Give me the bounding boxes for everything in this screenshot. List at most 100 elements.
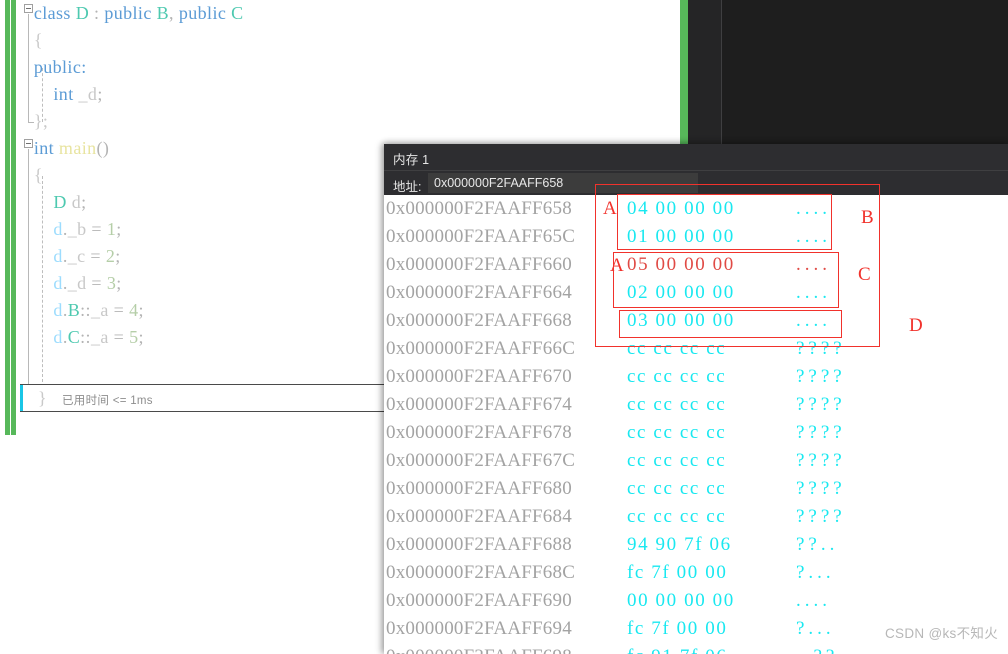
code-token: { [33, 165, 43, 185]
memory-row[interactable]: 0x000000F2FAAFF660 05 00 00 00.... [384, 251, 1008, 279]
memory-address: 0x000000F2FAAFF674 [386, 394, 572, 415]
memory-address: 0x000000F2FAAFF664 [386, 282, 572, 303]
code-line: int _d; [24, 81, 674, 108]
memory-window[interactable]: 内存 1 地址: 0x000000F2FAAFF658 04 00 00 00..… [384, 144, 1008, 654]
csdn-watermark: CSDN @ks不知火 [884, 626, 998, 641]
code-token: B [156, 3, 170, 23]
memory-row[interactable]: 0x000000F2FAAFF674 cc cc cc cc???? [384, 391, 1008, 419]
memory-ascii: .... [796, 198, 831, 219]
code-token: C [231, 3, 244, 23]
code-token: }; [33, 111, 49, 131]
memory-row[interactable]: 0x000000F2FAAFF67C cc cc cc cc???? [384, 447, 1008, 475]
memory-ascii: ??.. [796, 534, 839, 555]
memory-ascii: .... [796, 226, 831, 247]
memory-ascii: ???? [796, 394, 846, 415]
memory-row[interactable]: 0x000000F2FAAFF66C cc cc cc cc???? [384, 335, 1008, 363]
code-token: D [53, 192, 67, 212]
memory-row[interactable]: 0x000000F2FAAFF65C 01 00 00 00.... [384, 223, 1008, 251]
code-token: = [108, 300, 130, 320]
code-token: public: [33, 57, 87, 77]
code-token: public [104, 3, 152, 23]
code-token: d [53, 273, 63, 293]
code-token: 3 [106, 273, 117, 293]
memory-address: 0x000000F2FAAFF67C [386, 450, 576, 471]
code-token: ; [138, 300, 144, 320]
memory-ascii: ???? [796, 506, 846, 527]
code-line: class D : public B, public C [24, 0, 674, 27]
memory-row[interactable]: 0x000000F2FAAFF668 03 00 00 00.... [384, 307, 1008, 335]
memory-ascii: .... [796, 310, 831, 331]
memory-address: 0x000000F2FAAFF66C [386, 338, 576, 359]
memory-row[interactable]: 0x000000F2FAAFF658 04 00 00 00.... [384, 195, 1008, 223]
memory-hex-bytes: fc 91 7f 06 [627, 643, 727, 654]
memory-row[interactable]: 0x000000F2FAAFF684 cc cc cc cc???? [384, 503, 1008, 531]
code-token: _a [90, 327, 109, 347]
code-token: 5 [129, 327, 139, 347]
memory-hex-bytes: cc cc cc cc [627, 394, 727, 415]
code-token: d [71, 192, 82, 212]
memory-hex-bytes: cc cc cc cc [627, 338, 727, 359]
memory-hex-bytes: 03 00 00 00 [627, 310, 735, 331]
memory-window-toolbar[interactable]: 地址: [384, 170, 1008, 195]
memory-hex-bytes: cc cc cc cc [627, 506, 727, 527]
code-token: , [169, 3, 179, 23]
memory-row[interactable]: 0x000000F2FAAFF698 fc 91 7f 06..?? [384, 643, 1008, 654]
address-input[interactable] [428, 173, 698, 193]
memory-row[interactable]: 0x000000F2FAAFF670 cc cc cc cc???? [384, 363, 1008, 391]
memory-address: 0x000000F2FAAFF670 [386, 366, 572, 387]
memory-ascii: .... [796, 590, 831, 611]
memory-row[interactable]: 0x000000F2FAAFF678 cc cc cc cc???? [384, 419, 1008, 447]
code-token: ; [116, 219, 122, 239]
change-indicator-strip-right [680, 0, 688, 144]
code-token: = [86, 273, 107, 293]
memory-hex-bytes: 04 00 00 00 [627, 198, 735, 219]
code-token: C [67, 327, 81, 347]
code-token: _d [67, 273, 87, 293]
code-token: d [53, 246, 63, 266]
memory-address: 0x000000F2FAAFF660 [386, 254, 572, 275]
memory-address: 0x000000F2FAAFF698 [386, 643, 572, 654]
code-token: 1 [106, 219, 117, 239]
memory-window-titlebar[interactable]: 内存 1 [384, 144, 1008, 170]
elapsed-time-label: 已用时间 <= 1ms [62, 395, 153, 407]
code-token: d [53, 300, 63, 320]
code-token: _b [67, 219, 87, 239]
memory-row[interactable]: 0x000000F2FAAFF664 02 00 00 00.... [384, 279, 1008, 307]
code-token: int [33, 138, 55, 158]
code-token: _a [90, 300, 109, 320]
code-token: B [67, 300, 81, 320]
code-token: ; [116, 273, 122, 293]
code-token: _c [67, 246, 86, 266]
memory-address: 0x000000F2FAAFF684 [386, 506, 572, 527]
memory-row[interactable]: 0x000000F2FAAFF690 00 00 00 00.... [384, 587, 1008, 615]
tool-window-content-area [721, 0, 1008, 145]
memory-row[interactable]: 0x000000F2FAAFF68C fc 7f 00 00?... [384, 559, 1008, 587]
code-token: d [53, 327, 63, 347]
code-token: _d [78, 84, 98, 104]
code-token: = [85, 246, 106, 266]
memory-ascii: ???? [796, 366, 846, 387]
code-token: { [33, 30, 43, 50]
memory-row[interactable]: 0x000000F2FAAFF688 94 90 7f 06??.. [384, 531, 1008, 559]
memory-address: 0x000000F2FAAFF68C [386, 562, 576, 583]
memory-rows-container[interactable]: 0x000000F2FAAFF658 04 00 00 00.... 0x00000… [384, 195, 1008, 654]
change-indicator-bar [5, 0, 10, 435]
memory-hex-bytes: cc cc cc cc [627, 450, 727, 471]
change-indicator-bar-secondary [11, 0, 16, 435]
memory-hex-bytes: 01 00 00 00 [627, 226, 735, 247]
memory-hex-bytes: fc 7f 00 00 [627, 618, 728, 639]
code-line: }; [24, 108, 674, 135]
code-token: ; [138, 327, 144, 347]
code-token: 2 [105, 246, 116, 266]
memory-hex-bytes: cc cc cc cc [627, 422, 727, 443]
memory-row[interactable]: 0x000000F2FAAFF680 cc cc cc cc???? [384, 475, 1008, 503]
memory-address: 0x000000F2FAAFF688 [386, 534, 572, 555]
code-token: ; [81, 192, 87, 212]
